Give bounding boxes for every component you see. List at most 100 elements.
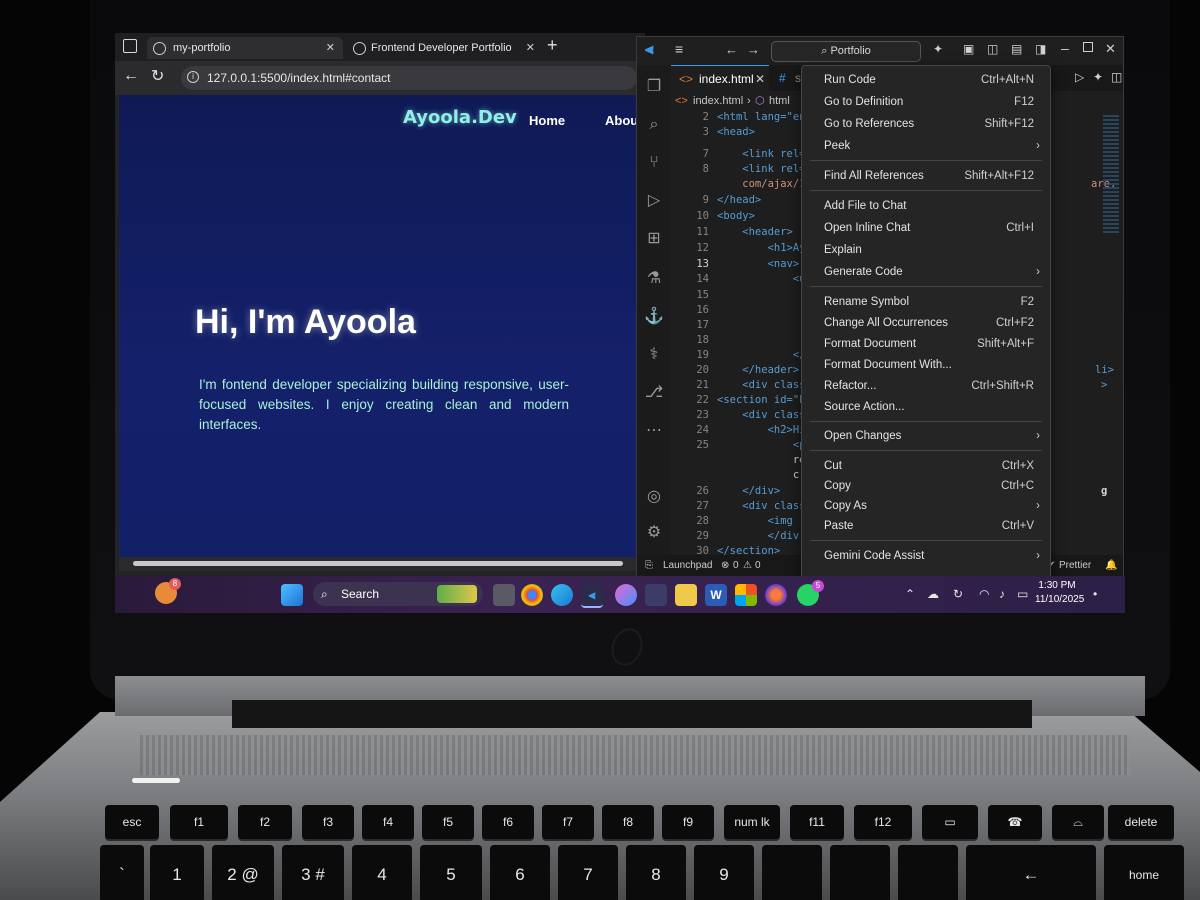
sidebar-icon[interactable]: [123, 39, 137, 53]
key-delete[interactable]: delete: [1108, 805, 1174, 839]
menu-item-open-inline-chat[interactable]: Open Inline Chat Ctrl+I: [802, 218, 1050, 238]
battery-icon[interactable]: ▭: [1017, 586, 1028, 602]
chevron-up-icon[interactable]: ⌃: [905, 586, 915, 602]
store-icon[interactable]: [645, 584, 667, 606]
address-bar[interactable]: i 127.0.0.1:5500/index.html#contact: [181, 66, 637, 90]
key-8[interactable]: 8: [626, 845, 686, 900]
key-call[interactable]: ☎: [988, 805, 1042, 839]
wifi-icon[interactable]: ◠: [979, 586, 989, 602]
key-f9[interactable]: f9: [662, 805, 714, 839]
bell-icon[interactable]: 🔔: [1105, 555, 1117, 576]
word-icon[interactable]: W: [705, 584, 727, 606]
key-2[interactable]: 2 @: [212, 845, 274, 900]
firefox-icon[interactable]: [765, 584, 787, 606]
file-explorer-icon[interactable]: [675, 584, 697, 606]
close-icon[interactable]: ✕: [326, 37, 335, 59]
warning-icon[interactable]: ⚠: [743, 555, 752, 576]
minimize-icon[interactable]: –: [1061, 40, 1069, 56]
maximize-icon[interactable]: [1083, 42, 1093, 52]
menu-item-add-file-to-chat[interactable]: Add File to Chat: [802, 196, 1050, 216]
key-f5[interactable]: f5: [422, 805, 474, 839]
menu-icon[interactable]: ≡: [675, 41, 683, 57]
explorer-icon[interactable]: ❐: [644, 77, 664, 97]
key-f4[interactable]: f4: [362, 805, 414, 839]
menu-item-open-changes[interactable]: Open Changes ›: [802, 426, 1050, 446]
menu-item-gemini-code-assist[interactable]: Gemini Code Assist ›: [802, 546, 1050, 566]
key-equals[interactable]: [898, 845, 958, 900]
key-f12[interactable]: f12: [854, 805, 912, 839]
menu-item-rename-symbol[interactable]: Rename Symbol F2: [802, 292, 1050, 312]
extensions-icon[interactable]: ⊞: [644, 229, 664, 249]
key-7[interactable]: 7: [558, 845, 618, 900]
layout-icon[interactable]: ▣: [963, 42, 974, 56]
nav-forward-icon[interactable]: →: [747, 42, 760, 57]
key-backspace[interactable]: ←: [966, 845, 1096, 900]
close-icon[interactable]: ✕: [526, 37, 535, 59]
close-icon[interactable]: ✕: [755, 66, 765, 92]
key-f1[interactable]: f1: [170, 805, 228, 839]
key-backtick[interactable]: `: [100, 845, 144, 900]
toggle-sidebar-icon[interactable]: ◫: [987, 42, 998, 56]
toggle-panel-icon[interactable]: ▤: [1011, 42, 1022, 56]
menu-item-refactor[interactable]: Refactor... Ctrl+Shift+R: [802, 376, 1050, 396]
key-1[interactable]: 1: [150, 845, 204, 900]
gemini-icon[interactable]: ✦: [1093, 70, 1103, 84]
toggle-secondary-sidebar-icon[interactable]: ◨: [1035, 42, 1046, 56]
nav-home[interactable]: Home: [529, 113, 565, 128]
menu-item-format-document-with[interactable]: Format Document With...: [802, 355, 1050, 375]
sync-icon[interactable]: ↻: [953, 586, 963, 602]
edge-icon[interactable]: [551, 584, 573, 606]
site-logo[interactable]: Ayoola.Dev: [403, 107, 517, 128]
warning-count[interactable]: 0: [755, 555, 761, 576]
tab-my-portfolio[interactable]: my-portfolio ✕: [147, 37, 343, 59]
key-9[interactable]: 9: [694, 845, 754, 900]
volume-icon[interactable]: ♪: [999, 586, 1005, 602]
key-f6[interactable]: f6: [482, 805, 534, 839]
key-3[interactable]: 3 #: [282, 845, 344, 900]
remote-icon[interactable]: ⎘: [645, 555, 653, 576]
tab-frontend-portfolio[interactable]: Frontend Developer Portfolio ✕: [347, 37, 539, 59]
run-icon[interactable]: ▷: [1075, 70, 1084, 84]
taskbar-search[interactable]: ⌕ Search: [313, 582, 483, 606]
editor-tab-index-html[interactable]: <> index.html ✕: [671, 65, 769, 92]
horizontal-scrollbar[interactable]: [119, 557, 641, 571]
key-5[interactable]: 5: [420, 845, 482, 900]
key-6[interactable]: 6: [490, 845, 550, 900]
key-esc[interactable]: esc: [105, 805, 159, 839]
key-minus[interactable]: [830, 845, 890, 900]
menu-item-cut[interactable]: Cut Ctrl+X: [802, 456, 1050, 476]
error-icon[interactable]: ⊗: [721, 555, 729, 576]
launchpad-label[interactable]: Launchpad: [663, 555, 713, 576]
error-count[interactable]: 0: [733, 555, 739, 576]
breadcrumb-element[interactable]: html: [769, 91, 790, 111]
git-graph-icon[interactable]: ⎇: [644, 383, 664, 403]
python-icon[interactable]: ⚕: [644, 345, 664, 365]
more-icon[interactable]: ⋯: [644, 421, 664, 441]
menu-item-copy[interactable]: Copy Ctrl+C: [802, 476, 1050, 496]
cloud-icon[interactable]: ☁: [927, 586, 939, 602]
key-numlock[interactable]: num lk: [724, 805, 780, 839]
menu-item-explain[interactable]: Explain: [802, 240, 1050, 260]
key-4[interactable]: 4: [352, 845, 412, 900]
key-display[interactable]: ▭: [922, 805, 978, 839]
menu-item-go-to-definition[interactable]: Go to Definition F12: [802, 92, 1050, 112]
key-f2[interactable]: f2: [238, 805, 292, 839]
prettier-label[interactable]: Prettier: [1059, 555, 1091, 576]
key-hangup[interactable]: ⌓: [1052, 805, 1104, 839]
menu-item-change-all-occurrences[interactable]: Change All Occurrences Ctrl+F2: [802, 313, 1050, 333]
key-home[interactable]: home: [1104, 845, 1184, 900]
key-f3[interactable]: f3: [302, 805, 354, 839]
key-f7[interactable]: f7: [542, 805, 594, 839]
key-f8[interactable]: f8: [602, 805, 654, 839]
clock[interactable]: 1:30 PM 11/10/2025: [1035, 579, 1084, 607]
menu-item-paste[interactable]: Paste Ctrl+V: [802, 516, 1050, 536]
account-icon[interactable]: ◎: [644, 487, 664, 507]
split-editor-icon[interactable]: ◫: [1111, 70, 1122, 84]
menu-item-find-all-references[interactable]: Find All References Shift+Alt+F12: [802, 166, 1050, 186]
menu-item-peek[interactable]: Peek ›: [802, 136, 1050, 156]
menu-item-source-action[interactable]: Source Action...: [802, 397, 1050, 417]
notification-bell-icon[interactable]: •: [1093, 586, 1097, 602]
source-control-icon[interactable]: ⑂: [644, 153, 664, 173]
start-icon[interactable]: [281, 584, 303, 606]
reload-icon[interactable]: ↻: [151, 66, 164, 86]
